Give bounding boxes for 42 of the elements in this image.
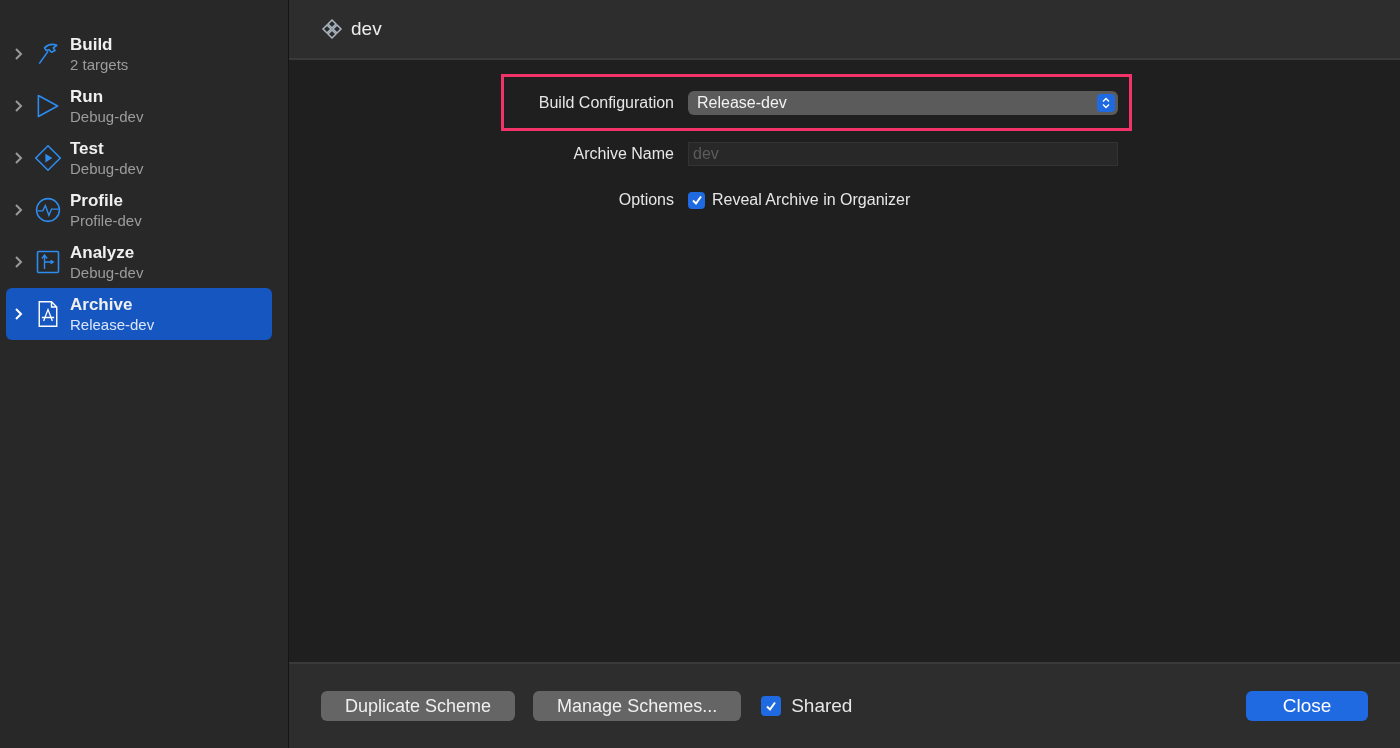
diamonds-icon — [321, 18, 343, 40]
scheme-action-item[interactable]: Profile Profile-dev — [6, 184, 272, 236]
action-title: Analyze — [70, 241, 136, 263]
diamond-play-icon — [34, 143, 62, 173]
chevron-icon — [14, 203, 24, 217]
scheme-action-item[interactable]: Run Debug-dev — [6, 80, 272, 132]
action-title: Run — [70, 85, 105, 107]
checkbox[interactable] — [761, 696, 782, 716]
chevron-icon — [14, 151, 24, 165]
checkmark-icon — [765, 700, 778, 712]
scheme-title: dev — [351, 18, 382, 40]
chevron-icon — [14, 99, 24, 113]
scheme-action-item[interactable]: Test Debug-dev — [6, 132, 272, 184]
gauge-icon — [34, 195, 62, 225]
checkmark-icon — [690, 194, 703, 206]
scheme-action-item[interactable]: Analyze Debug-dev — [6, 236, 272, 288]
scheme-action-item[interactable]: Build 2 targets — [6, 28, 272, 80]
action-title: Profile — [70, 189, 124, 211]
action-title: Build — [70, 33, 114, 55]
footer-button[interactable]: Duplicate Scheme — [321, 691, 516, 721]
checkbox-label: Shared — [791, 695, 853, 717]
footer-button[interactable]: Manage Schemes... — [533, 691, 742, 721]
chevron-icon — [14, 255, 24, 269]
close-button[interactable]: Close — [1246, 691, 1368, 721]
action-subtitle: Debug-dev — [70, 158, 144, 179]
scheme-action-item[interactable]: Archive Release-dev — [6, 288, 272, 340]
configuration-dropdown[interactable]: Release-dev — [688, 90, 1118, 115]
action-subtitle: Debug-dev — [70, 262, 144, 283]
chevron-icon — [14, 307, 24, 321]
action-title: Archive — [70, 293, 134, 315]
action-subtitle: Debug-dev — [70, 106, 144, 127]
checkbox-label: Reveal Archive in Organizer — [712, 191, 911, 209]
action-subtitle: Profile-dev — [70, 210, 142, 231]
action-subtitle: Release-dev — [70, 314, 155, 335]
field-label: Options — [617, 191, 674, 209]
field-label: Archive Name — [572, 145, 674, 163]
chevron-icon — [14, 47, 24, 61]
field-label: Build Configuration — [537, 93, 674, 112]
stepper-icon — [1097, 93, 1115, 112]
action-subtitle: 2 targets — [70, 54, 129, 75]
action-title: Test — [70, 137, 105, 159]
checkbox[interactable] — [688, 191, 705, 209]
